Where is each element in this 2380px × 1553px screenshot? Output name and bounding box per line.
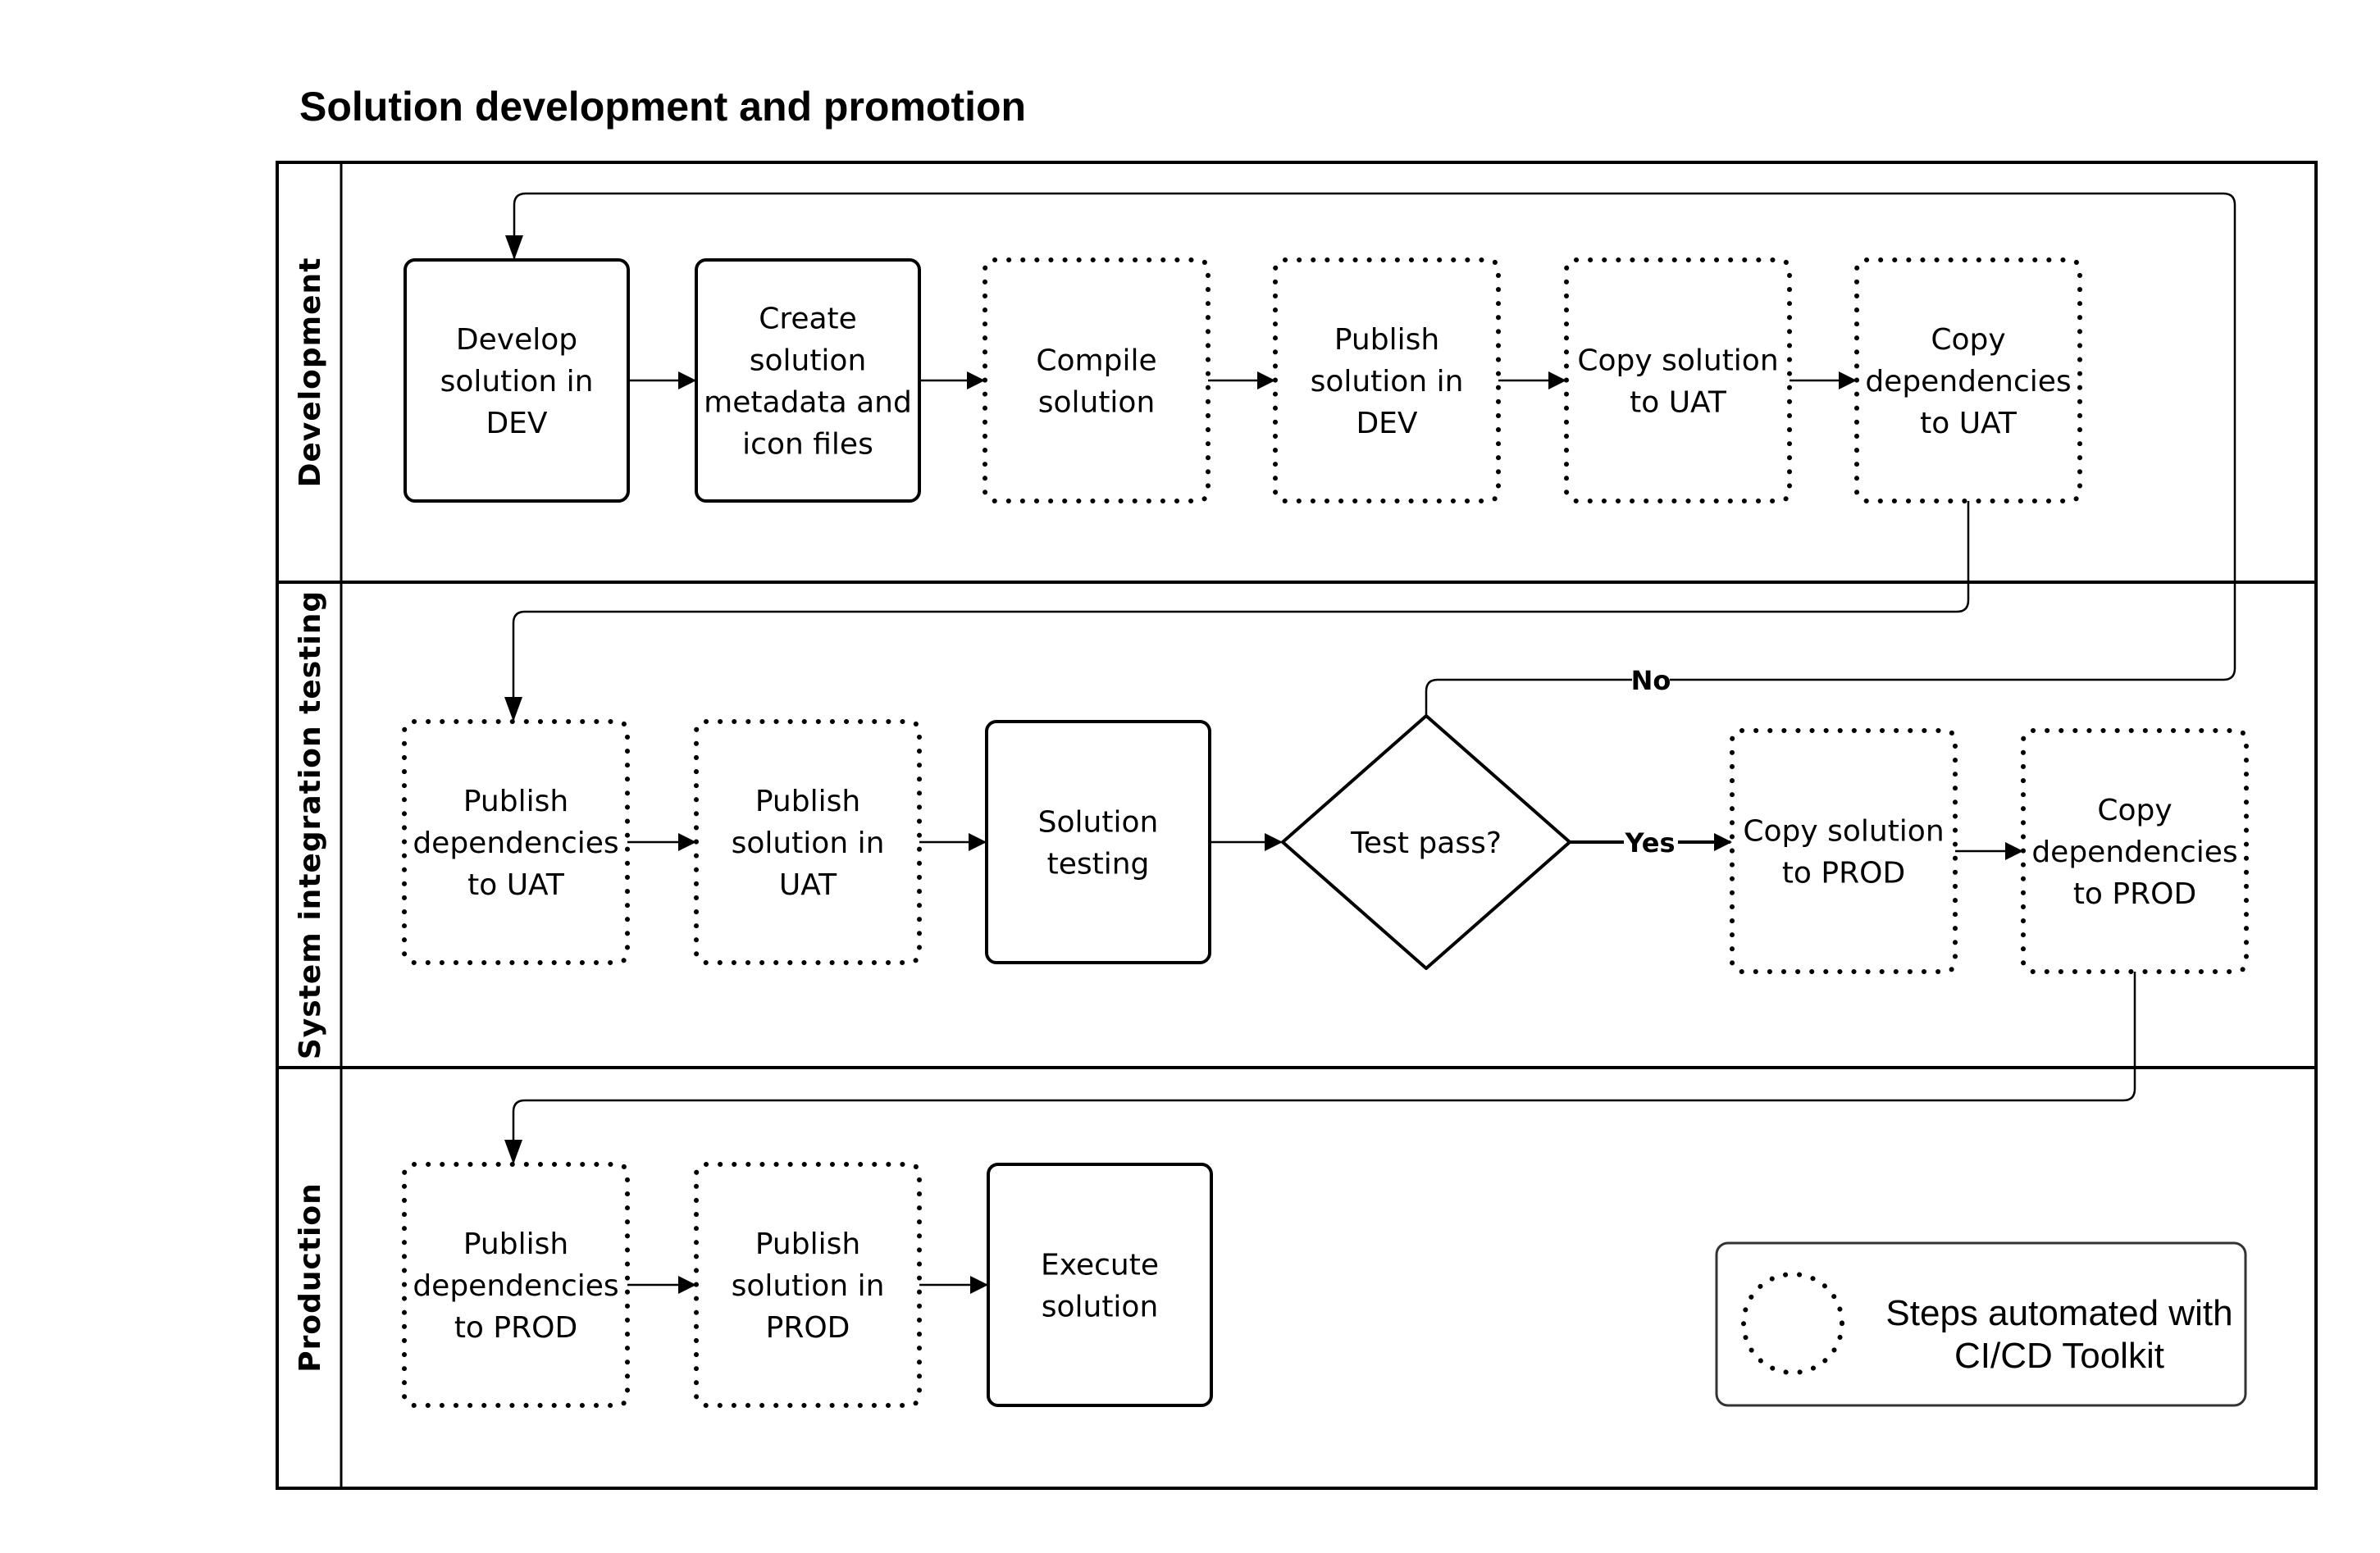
- node-text-line: to UAT: [467, 868, 565, 902]
- edge-label-yes: Yes: [1625, 827, 1676, 858]
- node-text-line: Create: [759, 303, 857, 336]
- node-text-line: Solution: [1038, 806, 1159, 840]
- node-text-line: Publish: [463, 785, 568, 818]
- node-text-line: dependencies: [413, 827, 618, 860]
- arrowhead-icon: [505, 235, 523, 260]
- flow-node-n8: Publish solution in UAT: [694, 719, 922, 965]
- lane-label-development: Development: [294, 257, 327, 488]
- arrowhead-icon: [504, 1140, 522, 1164]
- node-text-line: DEV: [486, 407, 547, 440]
- node-text-line: Publish: [1334, 323, 1439, 357]
- arrowhead-icon: [969, 833, 987, 851]
- legend-text-line-1: Steps automated with: [1885, 1293, 2232, 1333]
- legend-text-line-2: CI/CD Toolkit: [1954, 1336, 2164, 1376]
- node-text-line: solution in: [440, 365, 594, 398]
- node-text-line: solution: [750, 344, 867, 378]
- node-text-line: solution: [1038, 386, 1156, 420]
- flow-node-n11: Copy dependencies to PROD: [2021, 728, 2249, 974]
- flow-node-n5: Copy solution to UAT: [1564, 257, 1792, 503]
- node-text-line: to PROD: [1782, 857, 1905, 890]
- flow-node-n14: Execute solution: [987, 1163, 1213, 1407]
- node-text-line: to PROD: [454, 1311, 577, 1345]
- arrowhead-icon: [1265, 833, 1283, 851]
- node-text-line: Publish: [755, 1227, 860, 1261]
- node-text-line: metadata and: [704, 386, 912, 420]
- node-text-line: Compile: [1036, 344, 1156, 378]
- flow-node-n2: Create solution metadata and icon files: [695, 258, 921, 503]
- arrowhead-icon: [970, 1276, 988, 1294]
- manual-step-box: [987, 1163, 1213, 1407]
- dotted-circle-icon: [1741, 1272, 1844, 1375]
- node-text-line: to PROD: [2073, 877, 2196, 911]
- node-text-line: Copy solution: [1743, 815, 1944, 849]
- flow-node-n10: Copy solution to PROD: [1730, 728, 1958, 974]
- arrowhead-icon: [504, 697, 522, 722]
- flow-node-n9: Solution testing: [985, 720, 1211, 964]
- flow-node-d1: Test pass?: [1281, 714, 1571, 970]
- node-text-line: Copy solution: [1577, 344, 1778, 378]
- node-text-line: solution in: [1311, 365, 1464, 398]
- lane-label-system-integration-testing: System integration testing: [294, 590, 327, 1059]
- flow-node-n13: Publish solution in PROD: [694, 1162, 922, 1408]
- node-text-line: Test pass?: [1350, 827, 1502, 860]
- node-text-line: solution in: [732, 827, 885, 860]
- arrowhead-icon: [1548, 371, 1566, 389]
- flow-node-n6: Copy dependencies to UAT: [1854, 257, 2082, 503]
- arrowhead-icon: [678, 833, 696, 851]
- node-text-line: solution: [1042, 1291, 1159, 1324]
- node-text-line: to UAT: [1920, 407, 2018, 440]
- arrowhead-icon: [2005, 842, 2023, 860]
- node-text-line: Copy: [2097, 794, 2172, 827]
- arrowhead-icon: [967, 371, 985, 389]
- connector-n6-n7: [512, 501, 1970, 720]
- arrowhead-icon: [1839, 371, 1857, 389]
- legend: Steps automated with CI/CD Toolkit: [1715, 1241, 2247, 1407]
- node-text-line: Copy: [1931, 323, 2005, 357]
- node-text-line: DEV: [1356, 407, 1417, 440]
- arrowhead-icon: [1257, 371, 1275, 389]
- node-text-line: Execute: [1041, 1249, 1159, 1282]
- node-text-line: UAT: [779, 868, 837, 902]
- node-text-line: solution in: [732, 1269, 885, 1303]
- automated-step-box: [983, 257, 1211, 503]
- flow-node-n1: Develop solution in DEV: [404, 258, 630, 503]
- node-text-line: icon files: [742, 428, 873, 462]
- manual-step-box: [695, 258, 921, 503]
- arrowhead-icon: [678, 371, 696, 389]
- node-text-line: PROD: [766, 1311, 850, 1345]
- flow-node-n3: Compile solution: [983, 257, 1211, 503]
- flow-node-n4: Publish solution in DEV: [1273, 257, 1501, 503]
- lane-label-production: Production: [294, 1182, 327, 1373]
- swimlane-diagram: Development System integration testing P…: [276, 161, 2318, 1490]
- node-text-line: to UAT: [1630, 386, 1727, 420]
- flow-node-n12: Publish dependencies to PROD: [402, 1162, 630, 1408]
- node-text-line: dependencies: [2031, 836, 2237, 869]
- flow-node-n7: Publish dependencies to UAT: [402, 719, 630, 965]
- nodes: Develop solution in DEV Create solution metad…: [402, 257, 2249, 1408]
- automated-step-box: [1730, 728, 1958, 974]
- node-text-line: testing: [1047, 848, 1150, 881]
- arrowhead-icon: [1714, 833, 1732, 851]
- automated-step-box: [1564, 257, 1792, 503]
- node-text-line: Publish: [463, 1227, 568, 1261]
- node-text-line: dependencies: [1865, 365, 2071, 398]
- node-text-line: Publish: [755, 785, 860, 818]
- edge-label-no: No: [1631, 665, 1671, 696]
- node-text-line: dependencies: [413, 1269, 618, 1303]
- node-text-line: Develop: [456, 323, 577, 357]
- manual-step-box: [985, 720, 1211, 964]
- arrowhead-icon: [678, 1276, 696, 1294]
